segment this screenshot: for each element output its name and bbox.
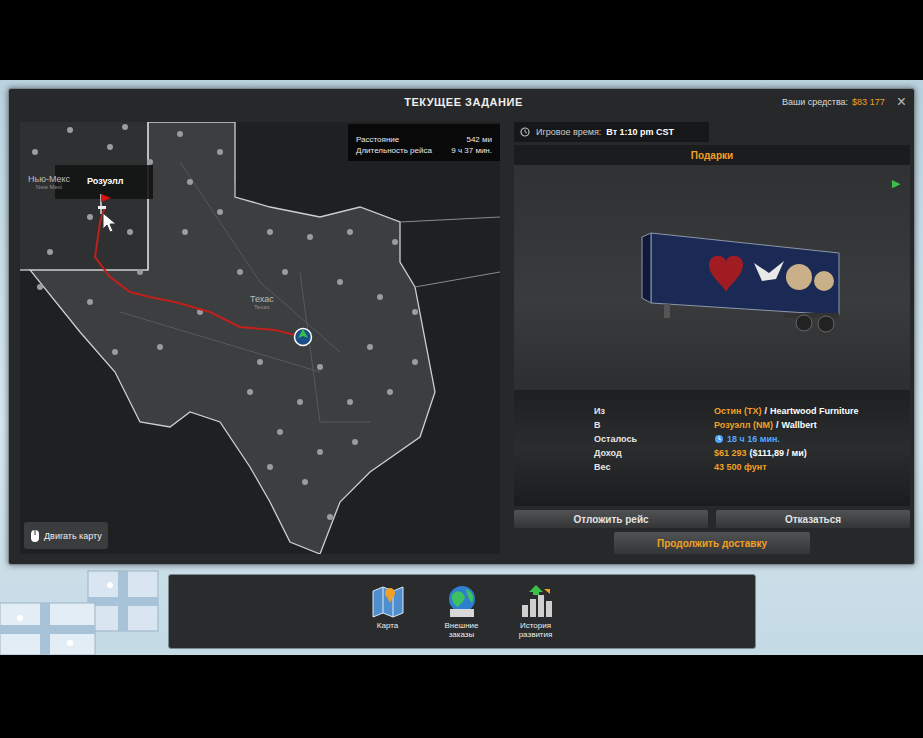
route-info-label: Длительность рейса bbox=[356, 146, 432, 155]
route-info-label: Расстояние bbox=[356, 135, 399, 144]
detail-label: Из bbox=[594, 406, 714, 416]
job-info-column: Игровое время:Вт 1:10 pm CSTПодарки▶ИзОс… bbox=[514, 122, 910, 554]
job-button[interactable]: Отложить рейс bbox=[514, 510, 708, 528]
bottom-letterbox bbox=[0, 655, 923, 738]
panel-title: ТЕКУЩЕЕ ЗАДАНИЕ bbox=[404, 96, 523, 108]
game-time-value: Вт 1:10 pm CST bbox=[606, 127, 674, 137]
state-name: Нью-Мекс bbox=[28, 174, 70, 184]
cargo-name: Подарки bbox=[514, 145, 910, 165]
detail-value-extra: ($111,89 / ми) bbox=[750, 448, 807, 458]
detail-value: 18 ч 16 мин. bbox=[714, 434, 910, 444]
top-letterbox bbox=[0, 0, 923, 80]
dock-item[interactable]: Карта bbox=[360, 583, 416, 648]
state-name-en: New Mexi bbox=[36, 184, 62, 190]
detail-label: Доход bbox=[594, 448, 714, 458]
detail-value: 43 500 фунт bbox=[714, 462, 910, 472]
detail-separator: / bbox=[764, 406, 767, 416]
mouse-cursor-icon bbox=[102, 212, 118, 234]
trailer-icon bbox=[514, 165, 909, 390]
state-name-en: Texas bbox=[254, 304, 270, 310]
detail-value: $61 293($111,89 / ми) bbox=[714, 448, 910, 458]
game-time-label: Игровое время: bbox=[536, 127, 601, 137]
state-label: ТехасTexas bbox=[250, 294, 274, 310]
detail-value-extra: Wallbert bbox=[781, 420, 816, 430]
state-name: Техас bbox=[250, 294, 274, 304]
header-right: Ваши средства: $83 177 × bbox=[523, 95, 908, 109]
bottom-dock: Карта Внешние заказы История развития bbox=[168, 574, 756, 649]
detail-label: В bbox=[594, 420, 714, 430]
funds-label: Ваши средства: bbox=[782, 97, 848, 107]
chart-icon bbox=[518, 583, 554, 619]
mouse-icon bbox=[30, 529, 40, 543]
funds-value: $83 177 bbox=[852, 97, 885, 107]
route-info-value: 542 ми bbox=[466, 135, 492, 144]
detail-label: Вес bbox=[594, 462, 714, 472]
dock-item-label: Карта bbox=[377, 621, 398, 630]
job-details: ИзОстин (TX)/Heartwood FurnitureВРозуэлл… bbox=[514, 390, 910, 506]
route-info-row: Длительность рейса 9 ч 37 мин. bbox=[356, 146, 492, 155]
dock-item[interactable]: Внешние заказы bbox=[434, 583, 490, 648]
destination-pin-icon bbox=[98, 192, 114, 216]
move-map-button[interactable]: Двигать карту bbox=[24, 522, 108, 549]
detail-value: Розуэлл (NM)/Wallbert bbox=[714, 420, 910, 430]
map-icon bbox=[370, 583, 406, 619]
detail-value: Остин (TX)/Heartwood Furniture bbox=[714, 406, 910, 416]
panel-content: Нью-МексNew MexiТехасTexasРозуэллРасстоя… bbox=[9, 115, 914, 554]
player-truck-icon bbox=[293, 327, 313, 347]
route-info-value: 9 ч 37 мин. bbox=[451, 146, 492, 155]
job-button[interactable]: Отказаться bbox=[716, 510, 910, 528]
panel-header: ТЕКУЩЕЕ ЗАДАНИЕ Ваши средства: $83 177 × bbox=[9, 89, 914, 115]
dock-item-label: История развития bbox=[508, 621, 564, 639]
detail-value-main: Остин (TX) bbox=[714, 406, 761, 416]
screen-background: ТЕКУЩЕЕ ЗАДАНИЕ Ваши средства: $83 177 × Нью… bbox=[0, 80, 923, 655]
funds: Ваши средства: $83 177 bbox=[782, 97, 885, 107]
route-info-row: Расстояние 542 ми bbox=[356, 135, 492, 144]
job-buttons: Отложить рейс Отказаться bbox=[514, 510, 910, 528]
next-cargo-arrow[interactable]: ▶ bbox=[892, 177, 900, 190]
globe-icon bbox=[444, 583, 480, 619]
move-map-label: Двигать карту bbox=[44, 531, 102, 541]
detail-value-main: 43 500 фунт bbox=[714, 462, 767, 472]
detail-value-main: 18 ч 16 мин. bbox=[727, 434, 780, 444]
game-time-bar: Игровое время: Вт 1:10 pm CST bbox=[514, 122, 709, 142]
detail-value-extra: Heartwood Furniture bbox=[770, 406, 859, 416]
detail-separator: / bbox=[776, 420, 779, 430]
close-button[interactable]: × bbox=[895, 95, 908, 109]
detail-value-main: Розуэлл (NM) bbox=[714, 420, 773, 430]
route-info: Расстояние 542 ми Длительность рейса 9 ч 37… bbox=[348, 124, 500, 161]
detail-value-main: $61 293 bbox=[714, 448, 747, 458]
dock-item[interactable]: История развития bbox=[508, 583, 564, 648]
current-job-panel: ТЕКУЩЕЕ ЗАДАНИЕ Ваши средства: $83 177 × Нью… bbox=[8, 88, 915, 565]
gift-boxes-icon bbox=[0, 563, 170, 655]
detail-label: Осталось bbox=[594, 434, 714, 444]
state-label: Нью-МексNew Mexi bbox=[28, 174, 70, 190]
dock-item-label: Внешние заказы bbox=[434, 621, 490, 639]
continue-delivery-button[interactable]: Продолжить доставку bbox=[614, 532, 810, 554]
route-map[interactable]: Нью-МексNew MexiТехасTexasРозуэллРасстоя… bbox=[20, 122, 500, 554]
time-remaining-icon bbox=[714, 434, 724, 444]
cargo-preview: ▶ bbox=[514, 165, 910, 390]
clock-icon bbox=[520, 127, 530, 137]
